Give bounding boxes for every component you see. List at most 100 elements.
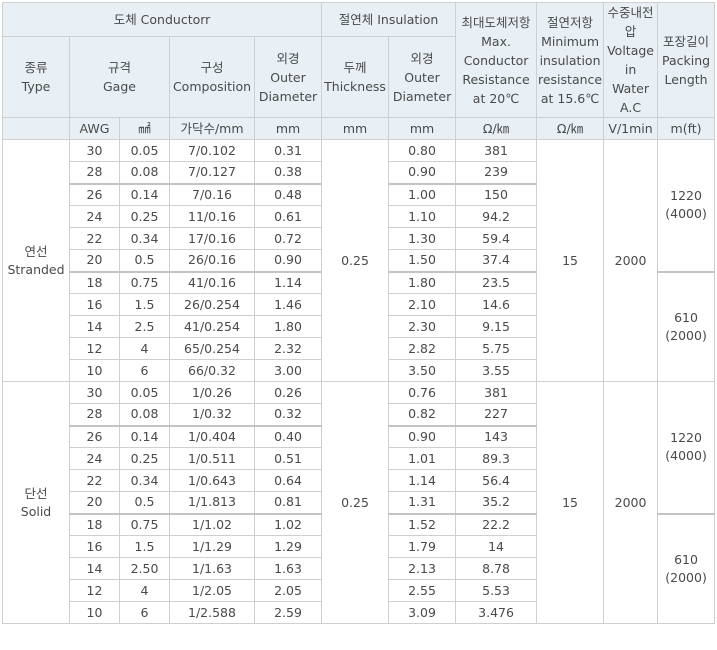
resistance-cell: 227	[455, 403, 538, 426]
mm2-cell: 1.5	[119, 535, 170, 558]
composition-cell: 65/0.254	[169, 337, 255, 360]
insulation-outer-diameter-cell: 2.82	[388, 337, 457, 360]
outer-diameter-unit: mm	[253, 117, 323, 140]
resistance-cell: 3.55	[455, 359, 538, 382]
awg-cell: 26	[69, 424, 120, 448]
mm2-cell: 0.34	[119, 469, 170, 492]
composition-cell: 1/2.05	[169, 579, 255, 602]
type-header: 종류 Type	[2, 36, 70, 118]
outer-diameter-cell: 1.14	[253, 270, 323, 294]
insulation-outer-diameter-cell: 1.50	[388, 249, 457, 272]
composition-cell: 26/0.254	[169, 293, 255, 316]
packing-length-cell: 1220 (4000)	[657, 381, 716, 514]
resistance-cell: 35.2	[455, 491, 538, 514]
awg-cell: 28	[69, 161, 120, 184]
awg-cell: 20	[69, 249, 120, 272]
type-cell: 연선 Stranded	[2, 139, 70, 382]
mm2-cell: 0.25	[119, 447, 170, 470]
mm2-cell: 0.14	[119, 424, 170, 448]
resistance-cell: 94.2	[455, 205, 538, 228]
voltage-cell: 2000	[603, 139, 659, 382]
composition-cell: 7/0.127	[169, 161, 255, 184]
awg-cell: 30	[69, 139, 120, 162]
mm2-cell: 2.50	[119, 557, 170, 580]
outer-diameter-cell: 0.81	[253, 491, 323, 514]
awg-cell: 22	[69, 227, 120, 250]
insulation-outer-unit: mm	[388, 117, 457, 140]
resistance-cell: 56.4	[455, 469, 538, 492]
awg-cell: 12	[69, 337, 120, 360]
insulation-outer-diameter-cell: 0.82	[388, 403, 457, 426]
insulation-outer-diameter-cell: 1.80	[388, 270, 457, 294]
insulation-outer-diameter-cell: 2.30	[388, 315, 457, 338]
mm2-cell: 4	[119, 337, 170, 360]
insulation-outer-diameter-cell: 1.14	[388, 469, 457, 492]
resistance-cell: 37.4	[455, 249, 538, 272]
outer-diameter-cell: 0.51	[253, 447, 323, 470]
mm2-cell: 0.5	[119, 491, 170, 514]
outer-diameter-cell: 0.26	[253, 381, 323, 404]
voltage-header: 수중내전 압 Voltage in Water A.C	[603, 2, 659, 118]
insulation-outer-diameter-cell: 0.76	[388, 381, 457, 404]
min-insulation-cell: 15	[536, 139, 605, 382]
thickness-unit: mm	[321, 117, 390, 140]
awg-cell: 14	[69, 557, 120, 580]
outer-diameter-cell: 2.32	[253, 337, 323, 360]
insulation-outer-diameter-cell: 0.90	[388, 161, 457, 184]
composition-cell: 26/0.16	[169, 249, 255, 272]
resistance-cell: 381	[455, 381, 538, 404]
awg-cell: 24	[69, 447, 120, 470]
outer-diameter-cell: 3.00	[253, 359, 323, 382]
mm2-cell: 0.25	[119, 205, 170, 228]
resistance-unit: Ω/㎞	[455, 117, 538, 140]
mm2-cell: 6	[119, 359, 170, 382]
min-insulation-cell: 15	[536, 381, 605, 624]
composition-cell: 11/0.16	[169, 205, 255, 228]
insulation-outer-diameter-cell: 3.09	[388, 601, 457, 624]
composition-cell: 41/0.16	[169, 270, 255, 294]
mm2-cell: 4	[119, 579, 170, 602]
packing-unit: m(ft)	[657, 117, 716, 140]
outer-diameter-cell: 0.48	[253, 182, 323, 206]
resistance-cell: 9.15	[455, 315, 538, 338]
outer-diameter-cell: 1.63	[253, 557, 323, 580]
outer-diameter-cell: 0.72	[253, 227, 323, 250]
voltage-cell: 2000	[603, 381, 659, 624]
outer-diameter-cell: 1.02	[253, 512, 323, 536]
mm2-unit: ㎟	[119, 117, 170, 140]
mm2-cell: 0.08	[119, 403, 170, 426]
max-resistance-header: 최대도체저항 Max. Conductor Resistance at 20℃	[455, 2, 538, 118]
awg-cell: 18	[69, 270, 120, 294]
thickness-header: 두께 Thickness	[321, 36, 390, 118]
composition-cell: 1/0.511	[169, 447, 255, 470]
insulation-outer-diameter-cell: 1.30	[388, 227, 457, 250]
awg-unit: AWG	[69, 117, 120, 140]
awg-cell: 20	[69, 491, 120, 514]
resistance-cell: 5.75	[455, 337, 538, 360]
composition-cell: 1/0.32	[169, 403, 255, 426]
insulation-outer-diameter-cell: 1.10	[388, 205, 457, 228]
resistance-cell: 23.5	[455, 270, 538, 294]
composition-cell: 1/1.29	[169, 535, 255, 558]
awg-cell: 24	[69, 205, 120, 228]
table-row: 연선 Stranded 30 0.05 7/0.102 0.31 0.25 0.80 381 15…	[2, 139, 716, 382]
insulation-outer-diameter-cell: 2.55	[388, 579, 457, 602]
awg-cell: 12	[69, 579, 120, 602]
packing-length-cell: 610 (2000)	[657, 512, 716, 624]
awg-cell: 18	[69, 512, 120, 536]
mm2-cell: 2.5	[119, 315, 170, 338]
outer-diameter-cell: 2.59	[253, 601, 323, 624]
resistance-cell: 8.78	[455, 557, 538, 580]
composition-cell: 1/2.588	[169, 601, 255, 624]
type-unit-cell	[2, 117, 70, 140]
table-row: 단선 Solid 30 0.05 1/0.26 0.26 0.25 0.76 381 15 2000…	[2, 381, 716, 624]
outer-diameter-cell: 0.40	[253, 424, 323, 448]
outer-diameter-header: 외경 Outer Diameter	[253, 36, 323, 118]
composition-cell: 41/0.254	[169, 315, 255, 338]
awg-cell: 22	[69, 469, 120, 492]
awg-cell: 26	[69, 182, 120, 206]
awg-cell: 16	[69, 535, 120, 558]
composition-cell: 1/1.63	[169, 557, 255, 580]
resistance-cell: 3.476	[455, 601, 538, 624]
insulation-outer-diameter-cell: 2.13	[388, 557, 457, 580]
